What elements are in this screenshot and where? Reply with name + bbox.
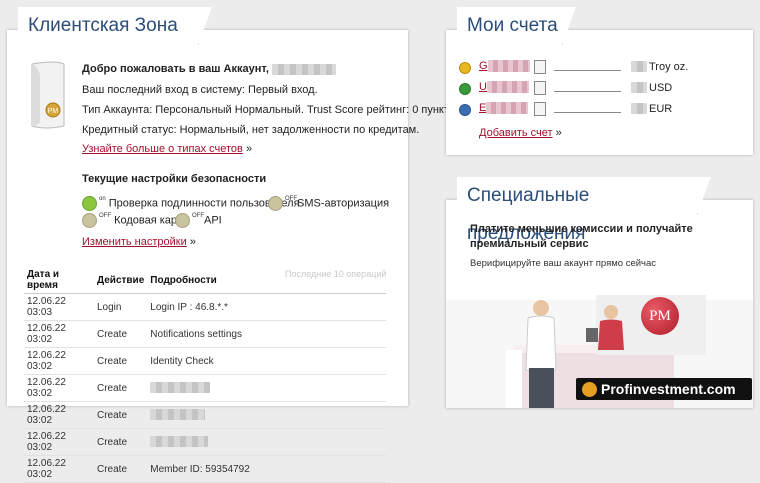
- row-details: Identity Check: [147, 347, 386, 375]
- watermark-logo-icon: [582, 381, 597, 397]
- security-item-codecard: OFF Кодовая карта: [82, 213, 188, 228]
- offer-headline[interactable]: Платите меньшие комиссии и получайте пре…: [470, 222, 700, 252]
- account-name-redacted: [272, 63, 337, 75]
- history-table: Дата и время Действие Подробности 12.06.…: [24, 267, 386, 483]
- row-date: 12.06.22 03:02: [24, 401, 94, 429]
- account-row-eur[interactable]: E EUR: [459, 102, 699, 118]
- row-date: 12.06.22 03:02: [24, 320, 94, 348]
- toggle-off-icon[interactable]: [268, 196, 283, 211]
- account-currency-gold: Troy oz.: [649, 61, 689, 73]
- security-item-sms: OFFSMS-авторизация: [268, 196, 389, 211]
- change-settings-row: Изменить настройки »: [82, 236, 196, 248]
- row-action: Create: [94, 320, 148, 348]
- toggle-state-label: on: [99, 196, 106, 202]
- table-row: 12.06.22 03:02 Create: [24, 428, 386, 456]
- row-details: Notifications settings: [147, 320, 386, 348]
- svg-text:PM: PM: [48, 108, 59, 115]
- learn-more-link[interactable]: Узнайте больше о типах счетов: [82, 143, 243, 155]
- gold-coin-icon: [459, 62, 471, 74]
- balance-redacted: [631, 103, 647, 114]
- balance-redacted: [631, 61, 647, 72]
- row-date: 12.06.22 03:03: [24, 293, 94, 321]
- row-date: 12.06.22 03:02: [24, 428, 94, 456]
- add-account-arrow: »: [555, 127, 562, 139]
- change-settings-arrow: »: [189, 236, 196, 248]
- pm-logo: PM: [641, 297, 679, 335]
- client-zone-title: Клиентская Зона: [18, 7, 212, 45]
- toggle-state-label: OFF: [192, 213, 204, 219]
- toggle-state-label: OFF: [285, 196, 297, 202]
- toggle-off-icon[interactable]: [175, 213, 190, 228]
- usd-coin-icon: [459, 83, 471, 95]
- row-details-redacted: [147, 374, 386, 402]
- table-row: 12.06.22 03:02 Create: [24, 401, 386, 429]
- welcome-line: Добро пожаловать в ваш Аккаунт,: [82, 63, 337, 75]
- accounts-title-text: Мои счета: [467, 15, 558, 36]
- account-id-usd[interactable]: U: [479, 81, 529, 94]
- offer-subtext: Верифицируйте ваш акаунт прямо сейчас: [470, 258, 657, 269]
- table-row: 12.06.22 03:02 Create Member ID: 5935479…: [24, 455, 386, 483]
- toggle-state-label: OFF: [99, 213, 111, 219]
- row-action: Create: [94, 455, 148, 483]
- accounts-title: Мои счета: [457, 7, 576, 45]
- table-row: 12.06.22 03:02 Create: [24, 374, 386, 402]
- row-details: Member ID: 59354792: [147, 455, 386, 483]
- credit-status-text: Кредитный статус: Нормальный, нет задолж…: [82, 124, 420, 136]
- document-icon[interactable]: [534, 60, 546, 74]
- table-row: 12.06.22 03:02 Create Identity Check: [24, 347, 386, 375]
- client-zone-title-text: Клиентская Зона: [28, 15, 178, 36]
- table-row: 12.06.22 03:03 Login Login IP : 46.8.*.*: [24, 293, 386, 321]
- security-label-sms: SMS-авторизация: [297, 197, 390, 210]
- history-header-row: Дата и время Действие Подробности: [24, 267, 386, 294]
- row-action: Create: [94, 374, 148, 402]
- row-date: 12.06.22 03:02: [24, 374, 94, 402]
- row-details-redacted: [147, 401, 386, 429]
- document-icon[interactable]: [534, 81, 546, 95]
- account-row-usd[interactable]: U USD: [459, 81, 699, 97]
- change-settings-link[interactable]: Изменить настройки: [82, 236, 187, 248]
- learn-more-row: Узнайте больше о типах счетов »: [82, 143, 252, 155]
- security-label-api: API: [204, 214, 222, 227]
- learn-more-arrow: »: [245, 143, 253, 155]
- security-heading: Текущие настройки безопасности: [82, 173, 267, 185]
- security-item-api: OFFAPI: [175, 213, 222, 228]
- watermark-badge: Profinvestment.com: [576, 378, 752, 400]
- row-date: 12.06.22 03:02: [24, 455, 94, 483]
- account-card-icon: PM: [26, 58, 70, 132]
- balance-redacted: [631, 82, 647, 93]
- header-action: Действие: [94, 267, 148, 294]
- watermark-text: Profinvestment.com: [601, 381, 736, 397]
- pm-logo-text: PM: [649, 308, 671, 324]
- security-item-identity: on Проверка подлинности пользователя: [82, 196, 300, 211]
- add-account-row: Добавить счет »: [479, 127, 562, 139]
- balance-field: [554, 112, 621, 113]
- account-currency-usd: USD: [649, 82, 673, 94]
- account-row-gold[interactable]: G Troy oz.: [459, 60, 699, 76]
- table-row: 12.06.22 03:02 Create Notifications sett…: [24, 320, 386, 348]
- row-details-redacted: [147, 428, 386, 456]
- row-action: Create: [94, 428, 148, 456]
- add-account-link[interactable]: Добавить счет: [479, 127, 553, 139]
- balance-field: [554, 70, 621, 71]
- offers-title: Специальные предложения: [457, 177, 711, 244]
- eur-coin-icon: [459, 104, 471, 116]
- row-date: 12.06.22 03:02: [24, 347, 94, 375]
- welcome-text: Добро пожаловать в ваш Аккаунт,: [82, 63, 269, 75]
- account-id-gold[interactable]: G: [479, 60, 530, 73]
- last-login-text: Ваш последний вход в систему: Первый вхо…: [82, 84, 318, 96]
- balance-field: [554, 91, 621, 92]
- toggle-off-icon[interactable]: [82, 213, 97, 228]
- document-icon[interactable]: [534, 102, 546, 116]
- account-currency-eur: EUR: [649, 103, 673, 115]
- account-id-eur[interactable]: E: [479, 102, 529, 115]
- toggle-on-icon[interactable]: [82, 196, 97, 211]
- row-action: Login: [94, 293, 148, 321]
- header-date: Дата и время: [24, 267, 94, 294]
- row-action: Create: [94, 401, 148, 429]
- row-details: Login IP : 46.8.*.*: [147, 293, 386, 321]
- account-type-text: Тип Аккаунта: Персональный Нормальный. T…: [82, 104, 464, 116]
- header-details: Подробности: [147, 267, 386, 294]
- row-action: Create: [94, 347, 148, 375]
